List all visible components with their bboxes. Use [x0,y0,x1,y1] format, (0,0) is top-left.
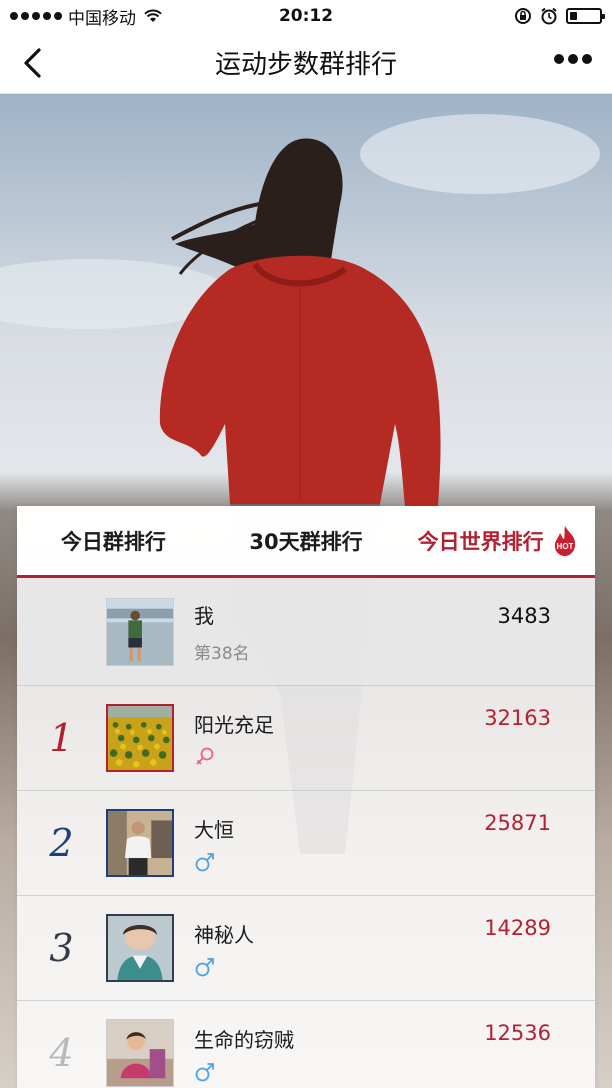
page-title: 运动步数群排行 [214,50,397,80]
my-rank-text: 第38名 [194,643,250,664]
male-icon [195,852,214,871]
avatar [106,914,174,982]
avatar [106,1019,174,1087]
my-rank-row[interactable]: 我 第38名 3483 [17,578,595,685]
my-steps: 3483 [497,604,551,628]
rank-number: 2 [49,821,74,865]
battery-icon [566,8,605,24]
status-bar: 中国移动 20:12 [0,0,612,32]
hot-badge-label: HOT [556,542,573,551]
step-count: 25871 [484,811,551,835]
avatar [106,704,174,772]
list-item[interactable]: 1 阳光充足 32163 [17,685,595,790]
chevron-left-icon [24,48,41,78]
female-icon [196,747,214,765]
tab-world-today[interactable]: 今日世界排行 HOT [402,506,595,578]
user-name: 大恒 [194,817,234,842]
step-count: 32163 [484,706,551,730]
step-count: 12536 [484,1021,551,1045]
step-count: 14289 [484,916,551,940]
my-name: 我 [194,603,214,628]
user-name: 阳光充足 [194,712,274,737]
male-icon [195,957,214,976]
alarm-clock-icon [541,7,557,25]
avatar [106,597,174,666]
male-icon [195,1062,214,1081]
signal-strength-icon [10,12,62,20]
nav-bar: 运动步数群排行 [0,32,612,94]
rank-number: 1 [49,716,74,760]
ranking-card: 今日群排行 30天群排行 今日世界排行 HOT 我 第38名 3483 1 阳光… [17,506,595,1088]
rank-number: 4 [49,1031,74,1075]
avatar [106,809,174,877]
tab-group-30days[interactable]: 30天群排行 [210,506,403,575]
tab-world-today-label: 今日世界排行 [417,529,544,554]
more-button[interactable] [554,54,592,64]
hot-flame-icon: HOT [550,525,580,557]
list-item[interactable]: 2 大恒 25871 [17,790,595,895]
user-name: 生命的窃贼 [194,1027,294,1052]
tab-group-today[interactable]: 今日群排行 [17,506,210,575]
wifi-icon [144,9,162,22]
back-button[interactable] [16,46,48,80]
more-dots-icon [554,54,564,64]
list-item[interactable]: 3 神秘人 14289 [17,895,595,1000]
user-name: 神秘人 [194,922,254,947]
rank-number: 3 [49,926,74,970]
orientation-lock-icon [515,8,531,24]
list-item[interactable]: 4 生命的窃贼 12536 [17,1000,595,1088]
ranking-tabs: 今日群排行 30天群排行 今日世界排行 HOT [17,506,595,578]
carrier-label: 中国移动 [68,8,136,29]
